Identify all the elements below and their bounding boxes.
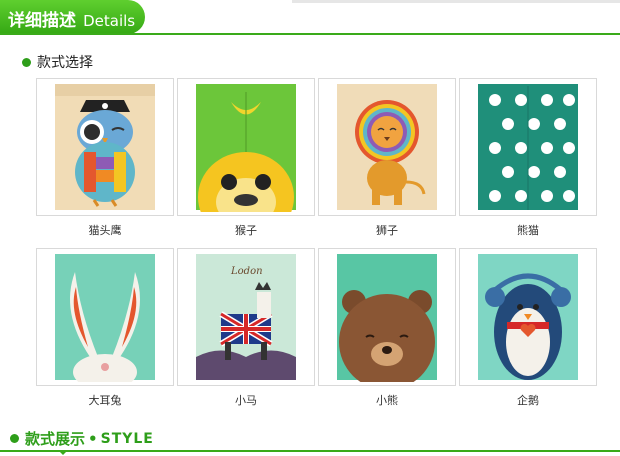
style-title-en: STYLE bbox=[100, 430, 154, 447]
lion-icon bbox=[337, 84, 437, 210]
notch-icon bbox=[58, 450, 68, 455]
product-label[interactable]: 大耳兔 bbox=[36, 392, 174, 408]
product-label[interactable]: 猫头鹰 bbox=[36, 222, 174, 238]
product-image[interactable] bbox=[318, 78, 456, 216]
product-card-panda[interactable]: 熊猫 bbox=[459, 78, 597, 238]
bullet-icon bbox=[22, 57, 31, 67]
product-image[interactable] bbox=[36, 78, 174, 216]
style-heading: 款式展示 • STYLE bbox=[10, 428, 154, 449]
style-title-cn: 款式展示 bbox=[25, 430, 86, 448]
product-card-monkey[interactable]: 猴子 bbox=[177, 78, 315, 238]
bullet-icon bbox=[10, 434, 19, 443]
details-tab: 详细描述 Details bbox=[0, 0, 145, 34]
product-card-lion[interactable]: 狮子 bbox=[318, 78, 456, 238]
product-label[interactable]: 小马 bbox=[177, 392, 315, 408]
style-separator: • bbox=[88, 429, 98, 448]
panda-icon bbox=[478, 84, 578, 210]
section-heading: 款式选择 bbox=[22, 52, 93, 72]
pony-icon: Lodon bbox=[196, 254, 296, 380]
product-card-owl[interactable]: 猫头鹰 bbox=[36, 78, 174, 238]
product-image[interactable] bbox=[177, 78, 315, 216]
rabbit-icon bbox=[55, 254, 155, 382]
product-image[interactable] bbox=[318, 248, 456, 386]
product-label[interactable]: 猴子 bbox=[177, 222, 315, 238]
product-image[interactable] bbox=[459, 78, 597, 216]
product-label[interactable]: 小熊 bbox=[318, 392, 456, 408]
product-card-pony[interactable]: Lodon 小马 bbox=[177, 248, 315, 408]
owl-icon bbox=[55, 84, 155, 210]
product-card-penguin[interactable]: 企鹅 bbox=[459, 248, 597, 408]
product-image[interactable]: Lodon bbox=[177, 248, 315, 386]
monkey-icon bbox=[196, 84, 296, 212]
product-label[interactable]: 熊猫 bbox=[459, 222, 597, 238]
style-section-header: 款式展示 • STYLE bbox=[0, 424, 620, 456]
details-title-cn: 详细描述 bbox=[8, 11, 76, 31]
penguin-icon bbox=[478, 254, 578, 380]
bear-icon bbox=[337, 254, 437, 382]
section-title: 款式选择 bbox=[37, 55, 93, 71]
product-label[interactable]: 企鹅 bbox=[459, 392, 597, 408]
product-image[interactable] bbox=[36, 248, 174, 386]
pony-text: Lodon bbox=[230, 266, 263, 277]
details-title-en: Details bbox=[83, 12, 136, 30]
product-card-bear[interactable]: 小熊 bbox=[318, 248, 456, 408]
top-divider bbox=[292, 0, 620, 3]
product-image[interactable] bbox=[459, 248, 597, 386]
product-card-rabbit[interactable]: 大耳兔 bbox=[36, 248, 174, 408]
product-label[interactable]: 狮子 bbox=[318, 222, 456, 238]
details-header: 详细描述 Details bbox=[0, 0, 620, 40]
style-rule bbox=[0, 450, 620, 452]
header-rule bbox=[0, 33, 620, 35]
